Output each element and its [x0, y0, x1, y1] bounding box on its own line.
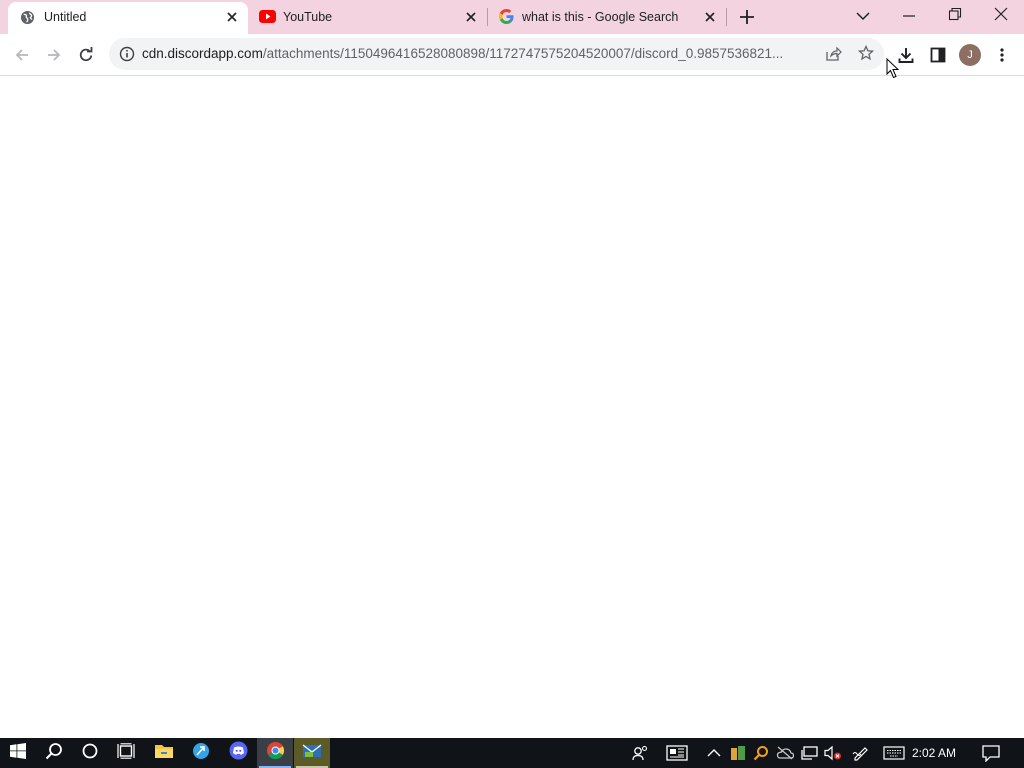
onedrive-off-icon[interactable]: [776, 744, 794, 762]
touch-keyboard-icon[interactable]: [882, 744, 906, 762]
close-tab-icon[interactable]: [224, 9, 240, 25]
forward-icon[interactable]: [40, 41, 68, 69]
minimize-icon[interactable]: [902, 9, 916, 28]
back-icon[interactable]: [8, 41, 36, 69]
news-widget-icon[interactable]: [665, 744, 689, 762]
chrome-app-button[interactable]: [257, 738, 293, 768]
cortana-icon: [81, 742, 99, 765]
menu-kebab-icon[interactable]: [988, 41, 1016, 69]
browser-icon: [192, 742, 210, 765]
bookmark-star-icon[interactable]: [857, 44, 875, 66]
network-icon[interactable]: [800, 744, 818, 762]
taskbar-search-button[interactable]: [36, 738, 72, 768]
show-hidden-icons-icon[interactable]: [705, 744, 723, 762]
profile-avatar[interactable]: J: [959, 44, 981, 66]
youtube-icon: [259, 10, 276, 28]
reload-icon[interactable]: [72, 41, 100, 69]
restore-icon[interactable]: [948, 7, 962, 26]
close-window-icon[interactable]: [994, 7, 1008, 26]
browser-toolbar: cdn.discordapp.com/attachments/115049641…: [0, 34, 1024, 76]
tab-untitled[interactable]: Untitled: [8, 2, 248, 34]
notifications-icon[interactable]: [982, 744, 1000, 762]
chrome-icon: [266, 741, 285, 765]
start-icon: [10, 742, 26, 764]
share-icon[interactable]: [825, 46, 842, 67]
url-text[interactable]: cdn.discordapp.com/attachments/115049641…: [142, 46, 817, 61]
page-content: [0, 77, 1024, 738]
browser-app-button[interactable]: [183, 738, 219, 768]
tab-title: Untitled: [44, 10, 87, 24]
tab-strip: Untitled YouTube what is this - Google S…: [0, 0, 1024, 34]
volume-muted-icon[interactable]: [824, 744, 842, 762]
url-path: /attachments/1150496416528080898/1172747…: [262, 46, 784, 61]
tab-search-chevron-icon[interactable]: [855, 9, 871, 27]
url-host: cdn.discordapp.com: [142, 46, 263, 61]
tab-title: what is this - Google Search: [522, 10, 679, 24]
windows-taskbar: 2:02 AM: [0, 738, 1024, 768]
globe-icon: [20, 10, 35, 30]
pen-workspace-icon[interactable]: [852, 744, 870, 762]
discord-icon: [229, 741, 248, 765]
tray-app-icon[interactable]: [729, 744, 747, 762]
file-explorer-icon: [154, 743, 174, 764]
address-bar[interactable]: cdn.discordapp.com/attachments/115049641…: [109, 38, 884, 70]
tab-google-search[interactable]: what is this - Google Search: [488, 0, 726, 34]
discord-app-button[interactable]: [220, 738, 256, 768]
file-explorer-button[interactable]: [146, 738, 182, 768]
task-view-icon: [117, 742, 135, 764]
task-view-button[interactable]: [108, 738, 144, 768]
tab-title: YouTube: [283, 10, 333, 24]
mail-app-button[interactable]: [294, 738, 330, 768]
close-tab-icon[interactable]: [463, 9, 479, 25]
mail-app-icon: [302, 743, 322, 764]
people-icon[interactable]: [631, 744, 649, 762]
cortana-button[interactable]: [72, 738, 108, 768]
mouse-cursor-icon: [886, 57, 900, 84]
close-tab-icon[interactable]: [702, 9, 718, 25]
site-info-icon[interactable]: [119, 46, 135, 67]
new-tab-icon[interactable]: [738, 8, 756, 31]
start-button[interactable]: [0, 738, 36, 768]
magnifier-tray-icon[interactable]: [752, 744, 770, 762]
side-panel-icon[interactable]: [924, 41, 952, 69]
taskbar-clock[interactable]: 2:02 AM: [912, 746, 956, 760]
google-icon: [499, 9, 514, 29]
search-icon: [45, 742, 63, 765]
tab-separator: [726, 8, 727, 26]
tab-youtube[interactable]: YouTube: [248, 0, 488, 34]
